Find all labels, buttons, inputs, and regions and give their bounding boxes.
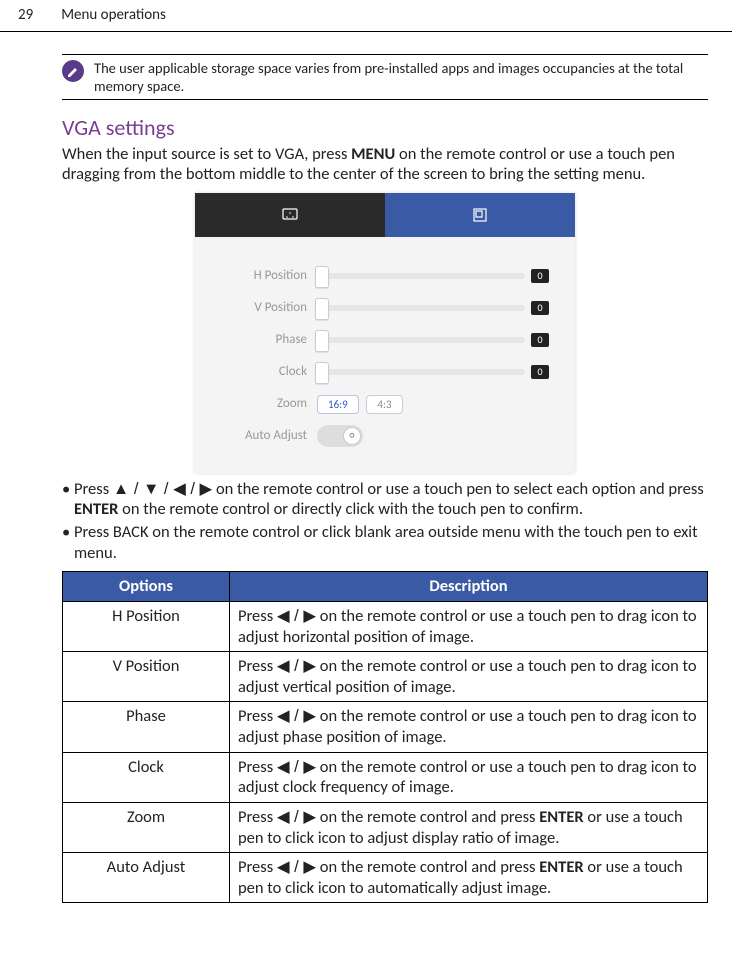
slider-phase[interactable]: 0 bbox=[317, 333, 549, 348]
figure-tabbar bbox=[195, 193, 575, 237]
label-h-position: H Position bbox=[221, 268, 317, 284]
desc-h-position: Press ◀ / ▶ on the remote control or use… bbox=[230, 601, 708, 651]
table-row: Phase Press ◀ / ▶ on the remote control … bbox=[63, 702, 708, 752]
label-phase: Phase bbox=[221, 332, 317, 348]
intro-text-a: When the input source is set to VGA, pre… bbox=[62, 144, 351, 164]
value-clock: 0 bbox=[531, 365, 549, 380]
zoom-options: 16:9 4:3 bbox=[317, 393, 407, 414]
opt-h-position: H Position bbox=[63, 601, 230, 651]
row-zoom: Zoom 16:9 4:3 bbox=[221, 393, 549, 415]
bullet-2-text: Press BACK on the remote control or clic… bbox=[74, 522, 708, 563]
label-zoom: Zoom bbox=[221, 396, 317, 412]
slider-h-position[interactable]: 0 bbox=[317, 269, 549, 284]
bullet-2: • Press BACK on the remote control or cl… bbox=[62, 522, 708, 563]
label-v-position: V Position bbox=[221, 300, 317, 316]
pencil-icon bbox=[62, 60, 84, 82]
row-v-position: V Position 0 bbox=[221, 297, 549, 319]
bullet-1-text: Press ▲ / ▼ / ◀ / ▶ on the remote contro… bbox=[74, 479, 708, 520]
label-clock: Clock bbox=[221, 364, 317, 380]
b1-a: Press bbox=[74, 479, 113, 499]
arrow-symbols: ▲ / ▼ / ◀ / ▶ bbox=[113, 480, 212, 498]
header-title: Menu operations bbox=[61, 6, 166, 25]
desc-clock: Press ◀ / ▶ on the remote control or use… bbox=[230, 752, 708, 802]
b1-c: on the remote control or directly click … bbox=[118, 499, 583, 519]
intro-paragraph: When the input source is set to VGA, pre… bbox=[62, 144, 708, 185]
section-heading: VGA settings bbox=[62, 114, 708, 142]
tab-display-icon[interactable] bbox=[195, 193, 385, 237]
opt-v-position: V Position bbox=[63, 652, 230, 702]
th-description: Description bbox=[230, 572, 708, 602]
options-table: Options Description H Position Press ◀ /… bbox=[62, 571, 708, 903]
toggle-knob-icon: ○ bbox=[343, 427, 361, 445]
page-header: 29 Menu operations bbox=[0, 0, 732, 32]
value-v-position: 0 bbox=[531, 301, 549, 316]
desc-v-position: Press ◀ / ▶ on the remote control or use… bbox=[230, 652, 708, 702]
menu-keyword: MENU bbox=[351, 144, 395, 164]
value-phase: 0 bbox=[531, 333, 549, 348]
slider-clock[interactable]: 0 bbox=[317, 365, 549, 380]
label-auto-adjust: Auto Adjust bbox=[221, 428, 317, 444]
row-auto-adjust: Auto Adjust ○ bbox=[221, 425, 549, 447]
page: 29 Menu operations The user applicable s… bbox=[0, 0, 732, 923]
row-phase: Phase 0 bbox=[221, 329, 549, 351]
note-box: The user applicable storage space varies… bbox=[62, 54, 708, 100]
table-row: H Position Press ◀ / ▶ on the remote con… bbox=[63, 601, 708, 651]
th-options: Options bbox=[63, 572, 230, 602]
row-clock: Clock 0 bbox=[221, 361, 549, 383]
figure-body: H Position 0 V Position 0 Phase bbox=[195, 237, 575, 473]
vga-settings-figure: H Position 0 V Position 0 Phase bbox=[195, 193, 575, 473]
desc-phase: Press ◀ / ▶ on the remote control or use… bbox=[230, 702, 708, 752]
value-h-position: 0 bbox=[531, 269, 549, 284]
page-number: 29 bbox=[18, 6, 33, 25]
table-row: V Position Press ◀ / ▶ on the remote con… bbox=[63, 652, 708, 702]
table-row: Zoom Press ◀ / ▶ on the remote control a… bbox=[63, 802, 708, 852]
slider-v-position[interactable]: 0 bbox=[317, 301, 549, 316]
zoom-4-3-button[interactable]: 4:3 bbox=[366, 395, 402, 414]
b1-b: on the remote control or use a touch pen… bbox=[212, 479, 704, 499]
bullet-dot-icon: • bbox=[62, 522, 74, 563]
row-h-position: H Position 0 bbox=[221, 265, 549, 287]
desc-zoom: Press ◀ / ▶ on the remote control and pr… bbox=[230, 802, 708, 852]
enter-keyword: ENTER bbox=[74, 499, 118, 519]
opt-clock: Clock bbox=[63, 752, 230, 802]
opt-phase: Phase bbox=[63, 702, 230, 752]
desc-auto-adjust: Press ◀ / ▶ on the remote control and pr… bbox=[230, 853, 708, 903]
content: The user applicable storage space varies… bbox=[0, 54, 732, 904]
opt-zoom: Zoom bbox=[63, 802, 230, 852]
table-row: Clock Press ◀ / ▶ on the remote control … bbox=[63, 752, 708, 802]
auto-adjust-toggle[interactable]: ○ bbox=[317, 425, 363, 447]
bullet-1: • Press ▲ / ▼ / ◀ / ▶ on the remote cont… bbox=[62, 479, 708, 520]
tab-position-icon[interactable] bbox=[385, 193, 575, 237]
table-row: Auto Adjust Press ◀ / ▶ on the remote co… bbox=[63, 853, 708, 903]
bullet-dot-icon: • bbox=[62, 479, 74, 520]
table-header-row: Options Description bbox=[63, 572, 708, 602]
bullet-list: • Press ▲ / ▼ / ◀ / ▶ on the remote cont… bbox=[62, 479, 708, 564]
opt-auto-adjust: Auto Adjust bbox=[63, 853, 230, 903]
note-text: The user applicable storage space varies… bbox=[94, 59, 708, 95]
zoom-16-9-button[interactable]: 16:9 bbox=[317, 395, 359, 414]
